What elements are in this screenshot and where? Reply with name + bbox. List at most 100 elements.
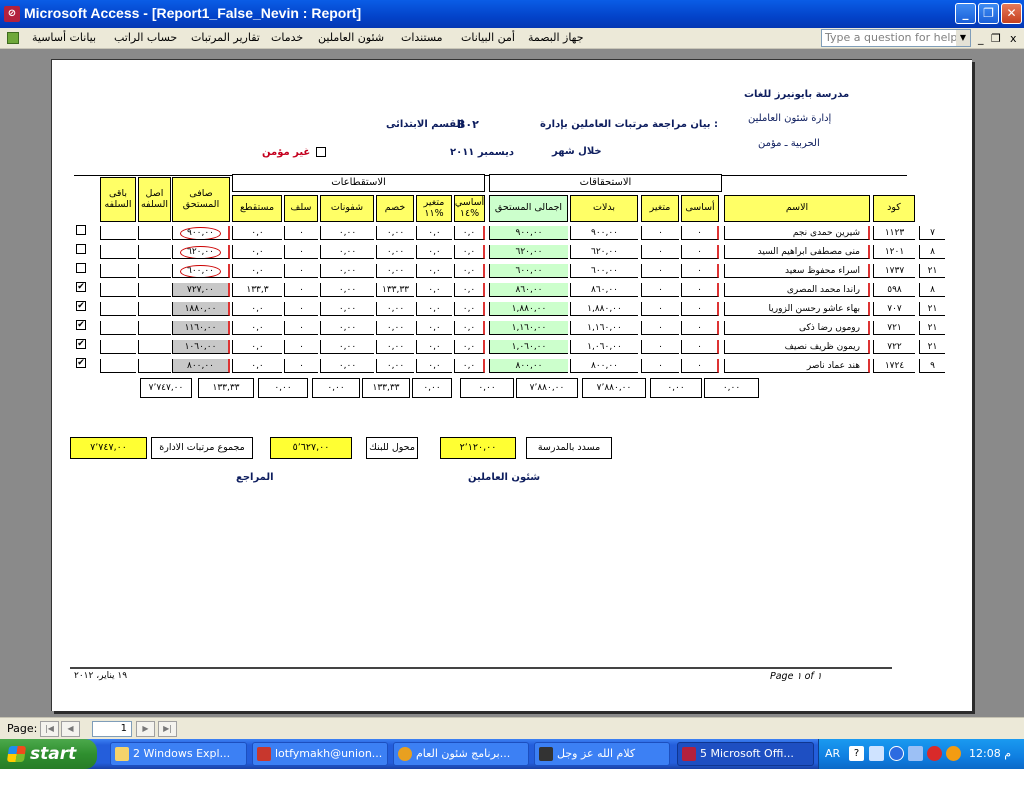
- total-cell: ٨٦٠,٠٠: [489, 283, 568, 297]
- total-cell: ٠,٠٠: [704, 378, 759, 398]
- last-page-button[interactable]: ▶|: [158, 721, 177, 737]
- row-checkbox[interactable]: [76, 225, 86, 235]
- clock: 12:08 م: [969, 747, 1012, 760]
- row-checkbox[interactable]: ✔: [76, 301, 86, 311]
- chevron-down-icon[interactable]: ▼: [956, 30, 970, 46]
- net-cell: ٦٢٠,٠٠: [172, 245, 230, 259]
- name-cell: اسراء محفوظ سعيد: [724, 264, 870, 278]
- remaining-loan-cell: [100, 283, 136, 297]
- help-icon[interactable]: ?: [849, 746, 864, 761]
- menu-salary-reports[interactable]: تقارير المرتبات: [191, 31, 260, 44]
- task-email[interactable]: lotfymakh@union...: [252, 742, 388, 766]
- network-icon[interactable]: [869, 746, 884, 761]
- deducted-cell: ٠,٠: [232, 264, 282, 278]
- total-cell: ١٣٣,٣٣: [198, 378, 254, 398]
- task-label: كلام الله عز وجل: [557, 747, 636, 760]
- menu-fingerprint[interactable]: جهاز البصمة: [528, 31, 584, 44]
- code-cell: ١٧٢٤: [873, 359, 915, 373]
- minimize-button[interactable]: _: [955, 3, 976, 24]
- task-microsoft-office[interactable]: 5 Microsoft Offi...: [677, 742, 814, 766]
- col-deducted: مستقطع: [232, 195, 282, 222]
- next-page-button[interactable]: ▶: [136, 721, 155, 737]
- access-app-icon[interactable]: ⊘: [4, 6, 20, 22]
- deducted-cell: ٠,٠: [232, 359, 282, 373]
- task-windows-explorer[interactable]: 2 Windows Expl...: [110, 742, 247, 766]
- advances-cell: ٠: [284, 321, 318, 335]
- code-cell: ٧٢١: [873, 321, 915, 335]
- net-cell: ١١٦٠,٠٠: [172, 321, 230, 335]
- menu-salary-calc[interactable]: حساب الراتب: [114, 31, 177, 44]
- menu-data-security[interactable]: أمن البيانات: [461, 31, 515, 44]
- allowances-cell: ٦٠٠,٠٠: [570, 264, 638, 278]
- period-value: ديسمبر ٢٠١١: [450, 147, 514, 158]
- task-browser[interactable]: برنامج شئون العام...: [393, 742, 529, 766]
- menu-documents[interactable]: مستندات: [401, 31, 443, 44]
- task-label: lotfymakh@union...: [275, 747, 383, 760]
- mdi-minimize-button[interactable]: _: [978, 32, 984, 45]
- start-button[interactable]: start: [0, 739, 97, 769]
- row-checkbox[interactable]: ✔: [76, 339, 86, 349]
- total-cell: ٠,٠٠: [258, 378, 308, 398]
- loan-principal-cell: [138, 359, 171, 373]
- menu-services[interactable]: خدمات: [271, 31, 303, 44]
- grade-cell: ٩: [919, 359, 945, 373]
- back-arrow-icon[interactable]: [889, 746, 904, 761]
- total-cell: ٧٬٨٨٠,٠٠: [582, 378, 646, 398]
- restore-button[interactable]: ❐: [978, 3, 999, 24]
- first-page-button[interactable]: |◀: [40, 721, 59, 737]
- col-remaining-loan: باقى السلفه: [100, 177, 136, 222]
- row-checkbox[interactable]: ✔: [76, 320, 86, 330]
- row-checkbox[interactable]: [76, 263, 86, 273]
- page-number-input[interactable]: 1: [92, 721, 132, 737]
- antivirus-icon[interactable]: [946, 746, 961, 761]
- withdrawals-cell: ٠,٠٠: [320, 283, 374, 297]
- grade-cell: ٨: [919, 245, 945, 259]
- mdi-restore-button[interactable]: ❐: [991, 32, 1001, 45]
- prev-page-button[interactable]: ◀: [61, 721, 80, 737]
- total-cell: ١٣٣,٣٣: [362, 378, 410, 398]
- total-cell: ١,٠٦٠,٠٠: [489, 340, 568, 354]
- menu-bar: بيانات أساسية حساب الراتب تقارير المرتبا…: [0, 28, 1024, 49]
- mdi-close-button[interactable]: x: [1010, 32, 1017, 45]
- allowances-cell: ٩٠٠,٠٠: [570, 226, 638, 240]
- name-cell: ريمون ظريف نصيف: [724, 340, 870, 354]
- deducted-cell: ٠,٠: [232, 321, 282, 335]
- help-search-input[interactable]: Type a question for help ▼: [821, 29, 971, 47]
- row-checkbox[interactable]: ✔: [76, 282, 86, 292]
- menu-basic-data[interactable]: بيانات أساسية: [32, 31, 96, 44]
- remaining-loan-cell: [100, 321, 136, 335]
- deducted-cell: ٠,٠: [232, 245, 282, 259]
- highlight-oval: ٦٢٠,٠٠: [179, 246, 222, 258]
- uninsured-checkbox[interactable]: [316, 147, 326, 157]
- col-variable: متغير: [641, 195, 679, 222]
- basic-cell: ٠: [681, 302, 719, 316]
- monitor-icon[interactable]: [908, 746, 923, 761]
- basic-cell: ٠: [681, 226, 719, 240]
- row-checkbox[interactable]: ✔: [76, 358, 86, 368]
- basic14-cell: ٠,٠: [454, 321, 485, 335]
- advances-cell: ٠: [284, 283, 318, 297]
- row-checkbox[interactable]: [76, 244, 86, 254]
- task-quran[interactable]: كلام الله عز وجل: [534, 742, 670, 766]
- variable-cell: ٠: [641, 283, 679, 297]
- totals-row: ٧٬٧٤٧,٠٠ ١٣٣,٣٣ ٠,٠٠ ٠,٠٠ ١٣٣,٣٣ ٠,٠٠ ٠,٠٠ ٧٬٨٨…: [140, 378, 760, 400]
- reviewer-signature-label: المراجع: [236, 472, 274, 483]
- col-var11: متغير ١١%: [416, 195, 452, 222]
- basic-cell: ٠: [681, 264, 719, 278]
- net-cell: ٧٢٧,٠٠: [172, 283, 230, 297]
- footer-divider: [70, 667, 892, 669]
- menu-hr[interactable]: شئون العاملين: [318, 31, 384, 44]
- task-label: برنامج شئون العام...: [416, 747, 511, 760]
- var11-cell: ٠,٠: [416, 340, 452, 354]
- close-button[interactable]: ✕: [1001, 3, 1022, 24]
- database-icon[interactable]: [7, 32, 19, 44]
- task-label: 2 Windows Expl...: [133, 747, 231, 760]
- basic-cell: ٠: [681, 321, 719, 335]
- code-cell: ٧٢٢: [873, 340, 915, 354]
- language-indicator[interactable]: AR: [825, 747, 840, 760]
- remaining-loan-cell: [100, 340, 136, 354]
- shield-icon[interactable]: [927, 746, 942, 761]
- allowances-cell: ١,٨٨٠,٠٠: [570, 302, 638, 316]
- discount-cell: ١٣٣,٣٣: [376, 283, 414, 297]
- uninsured-label: غير مؤمن: [262, 147, 311, 158]
